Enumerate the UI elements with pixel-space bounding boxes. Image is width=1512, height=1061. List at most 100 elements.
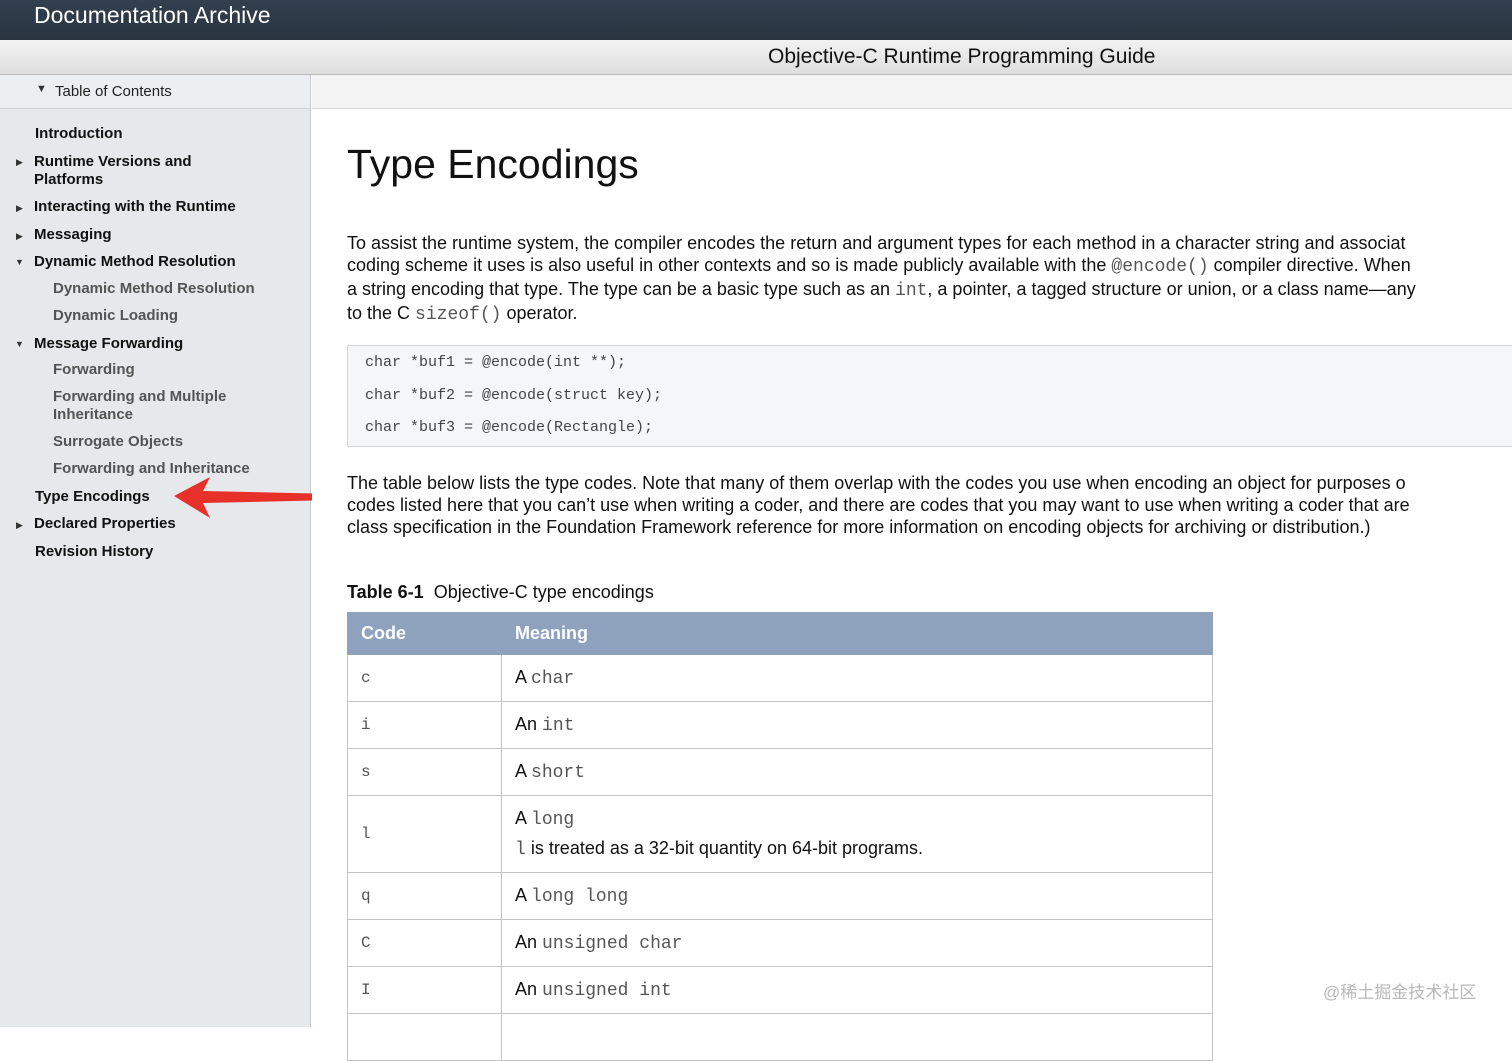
sidebar-item-messaging[interactable]: Messaging bbox=[34, 226, 112, 244]
text-run: A bbox=[515, 667, 527, 687]
sidebar-item-label: Forwarding and Multiple bbox=[53, 388, 227, 405]
sidebar-item-type-encodings[interactable]: Type Encodings bbox=[35, 488, 150, 506]
meaning-cell bbox=[501, 1013, 1213, 1061]
disclosure-down-icon[interactable]: ▼ bbox=[15, 257, 24, 267]
sidebar-item-dynamic-method-resolution[interactable]: Dynamic Method Resolution bbox=[34, 253, 236, 271]
disclosure-down-icon[interactable]: ▼ bbox=[36, 83, 47, 95]
disclosure-right-icon[interactable]: ▶ bbox=[16, 231, 23, 242]
column-header-code: Code bbox=[347, 612, 502, 655]
table-intro-paragraph: The table below lists the type codes. No… bbox=[347, 472, 1410, 538]
sidebar-item-label-line2: Platforms bbox=[34, 171, 104, 188]
text-run: compiler directive. When bbox=[1208, 255, 1411, 275]
code-line: char *buf3 = @encode(Rectangle); bbox=[365, 419, 654, 436]
sidebar-subitem-forwarding-multiple-inheritance[interactable]: Forwarding and Multiple Inheritance bbox=[53, 388, 226, 424]
intro-line-3: a string encoding that type. The type ca… bbox=[347, 278, 1416, 302]
table-row: q A long long bbox=[347, 872, 1213, 920]
toc-label[interactable]: Table of Contents bbox=[55, 83, 172, 100]
intro-line-2: coding scheme it uses is also useful in … bbox=[347, 254, 1416, 278]
code-line: char *buf1 = @encode(int **); bbox=[365, 354, 627, 371]
toc-header[interactable]: ▼ Table of Contents bbox=[0, 75, 310, 109]
sidebar-subitem-surrogate-objects[interactable]: Surrogate Objects bbox=[53, 433, 183, 451]
text-run: a string encoding that type. The type ca… bbox=[347, 279, 896, 299]
code-cell bbox=[347, 1013, 502, 1061]
page-title: Type Encodings bbox=[347, 141, 639, 187]
text-run: An bbox=[515, 714, 538, 734]
table-row: c A char bbox=[347, 654, 1213, 702]
meaning-cell: A long l is treated as a 32-bit quantity… bbox=[501, 795, 1213, 873]
code-cell: I bbox=[347, 966, 502, 1014]
table-caption-text: Objective-C type encodings bbox=[433, 582, 654, 602]
top-bar: Documentation Archive bbox=[0, 0, 1512, 40]
code-cell: c bbox=[347, 654, 502, 702]
sidebar-item-introduction[interactable]: Introduction bbox=[35, 125, 122, 143]
sidebar-item-interacting[interactable]: Interacting with the Runtime bbox=[34, 198, 236, 216]
sidebar-item-declared-properties[interactable]: Declared Properties bbox=[34, 515, 176, 533]
sidebar-subitem-dynamic-loading[interactable]: Dynamic Loading bbox=[53, 307, 178, 325]
inline-code: unsigned int bbox=[542, 981, 672, 1001]
para2-line-1: The table below lists the type codes. No… bbox=[347, 473, 1406, 493]
table-row: I An unsigned int bbox=[347, 966, 1213, 1014]
intro-paragraph: To assist the runtime system, the compil… bbox=[347, 232, 1416, 326]
site-title[interactable]: Documentation Archive bbox=[34, 1, 271, 29]
sidebar-item-revision-history[interactable]: Revision History bbox=[35, 543, 153, 561]
disclosure-down-icon[interactable]: ▼ bbox=[15, 339, 24, 349]
guide-title[interactable]: Objective-C Runtime Programming Guide bbox=[768, 43, 1155, 71]
watermark: @稀土掘金技术社区 bbox=[1323, 983, 1477, 1002]
type-encodings-table: Code Meaning c A char i An int s A short… bbox=[347, 612, 1213, 1061]
code-block: char *buf1 = @encode(int **); char *buf2… bbox=[347, 345, 1512, 447]
code-cell: C bbox=[347, 919, 502, 967]
text-run: coding scheme it uses is also useful in … bbox=[347, 255, 1112, 275]
inline-code: long long bbox=[531, 887, 629, 907]
inline-code: int bbox=[895, 281, 928, 301]
intro-line-4: to the C sizeof() operator. bbox=[347, 302, 1416, 326]
meaning-cell: An unsigned char bbox=[501, 919, 1213, 967]
para2-line-3: class specification in the Foundation Fr… bbox=[347, 517, 1371, 537]
inline-code: l bbox=[515, 840, 526, 860]
disclosure-right-icon[interactable]: ▶ bbox=[16, 520, 23, 531]
sidebar-item-runtime-versions[interactable]: Runtime Versions and Platforms bbox=[34, 153, 192, 189]
table-header-row: Code Meaning bbox=[347, 612, 1213, 655]
table-row: s A short bbox=[347, 748, 1213, 796]
sidebar-item-message-forwarding[interactable]: Message Forwarding bbox=[34, 335, 183, 353]
code-line: char *buf2 = @encode(struct key); bbox=[365, 387, 663, 404]
inline-code: int bbox=[542, 716, 575, 736]
inline-code: long bbox=[531, 810, 575, 830]
text-run: is treated as a 32-bit quantity on 64-bi… bbox=[525, 838, 924, 858]
meaning-cell: A long long bbox=[501, 872, 1213, 920]
meaning-cell: A short bbox=[501, 748, 1213, 796]
inline-code: char bbox=[531, 669, 575, 689]
content-toolbar bbox=[312, 75, 1512, 109]
table-caption-number: Table 6-1 bbox=[347, 582, 424, 602]
text-run: A bbox=[515, 885, 527, 905]
text-run: operator. bbox=[501, 303, 578, 323]
para2-line-2: codes listed here that you can’t use whe… bbox=[347, 495, 1410, 515]
code-cell: l bbox=[347, 795, 502, 873]
inline-code: unsigned char bbox=[542, 934, 683, 954]
inline-code: sizeof() bbox=[415, 305, 502, 325]
text-run: A bbox=[515, 808, 527, 828]
table-row: i An int bbox=[347, 701, 1213, 749]
table-row: l A long l is treated as a 32-bit quanti… bbox=[347, 795, 1213, 873]
disclosure-right-icon[interactable]: ▶ bbox=[16, 157, 23, 168]
inline-code: short bbox=[531, 763, 586, 783]
meaning-cell: An unsigned int bbox=[501, 966, 1213, 1014]
text-run: An bbox=[515, 932, 538, 952]
meaning-cell: A char bbox=[501, 654, 1213, 702]
disclosure-right-icon[interactable]: ▶ bbox=[16, 203, 23, 214]
code-cell: q bbox=[347, 872, 502, 920]
text-run: An bbox=[515, 979, 538, 999]
code-cell: i bbox=[347, 701, 502, 749]
meaning-cell: An int bbox=[501, 701, 1213, 749]
meaning-line: A long bbox=[515, 808, 1199, 830]
table-row bbox=[347, 1013, 1213, 1061]
code-cell: s bbox=[347, 748, 502, 796]
table-caption: Table 6-1 Objective-C type encodings bbox=[347, 582, 654, 603]
sidebar-item-label-line2: Inheritance bbox=[53, 406, 134, 423]
intro-line-1: To assist the runtime system, the compil… bbox=[347, 233, 1406, 253]
sidebar-subitem-dynamic-method-resolution[interactable]: Dynamic Method Resolution bbox=[53, 280, 255, 298]
sidebar-item-label: Runtime Versions and bbox=[34, 153, 192, 170]
meaning-note: l is treated as a 32-bit quantity on 64-… bbox=[515, 838, 1199, 860]
inline-code: @encode() bbox=[1111, 257, 1209, 277]
sidebar-subitem-forwarding[interactable]: Forwarding bbox=[53, 361, 135, 379]
guide-title-bar: Objective-C Runtime Programming Guide bbox=[0, 40, 1512, 75]
